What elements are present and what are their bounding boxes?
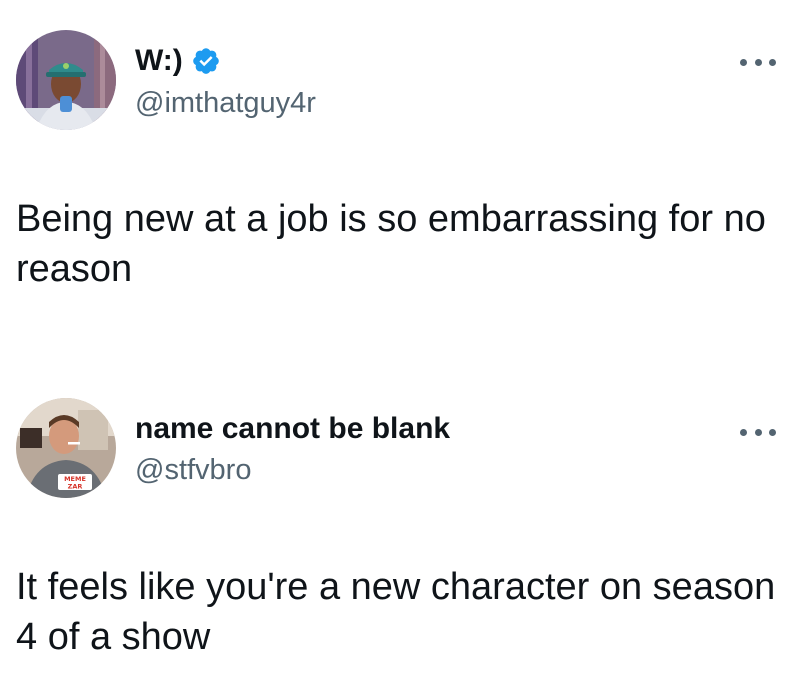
tweet-1: W:) @imthatguy4r Being new at a job is s…: [0, 0, 800, 360]
user-handle[interactable]: @imthatguy4r: [135, 86, 316, 120]
meme-zar-watermark: MEME ZAR: [58, 474, 92, 491]
more-options-button[interactable]: [740, 52, 776, 72]
display-name[interactable]: W:): [135, 44, 221, 78]
user-handle[interactable]: @stfvbro: [135, 453, 251, 487]
more-dot: [754, 428, 762, 436]
profile-photo-man-smoking-icon: MEME ZAR: [16, 398, 116, 498]
display-name-text[interactable]: W:): [135, 44, 183, 78]
more-dots-icon: [740, 58, 747, 66]
more-dots-icon: [740, 428, 747, 436]
avatar[interactable]: [16, 30, 116, 130]
verified-badge-icon: [191, 46, 221, 76]
display-name[interactable]: name cannot be blank: [135, 412, 450, 446]
profile-photo-man-in-cap-icon: [16, 30, 116, 130]
more-dot: [769, 58, 776, 66]
tweet-text: It feels like you're a new character on …: [16, 566, 786, 658]
more-dot: [754, 58, 762, 66]
avatar[interactable]: MEME ZAR: [16, 398, 116, 498]
tweet-2: MEME ZAR name cannot be blank @stfvbro I…: [0, 360, 800, 689]
svg-text:ZAR: ZAR: [68, 483, 83, 491]
more-dot: [769, 428, 776, 436]
tweet-text: Being new at a job is so embarrassing fo…: [16, 198, 777, 290]
display-name-text[interactable]: name cannot be blank: [135, 412, 450, 446]
more-options-button[interactable]: [740, 422, 776, 442]
